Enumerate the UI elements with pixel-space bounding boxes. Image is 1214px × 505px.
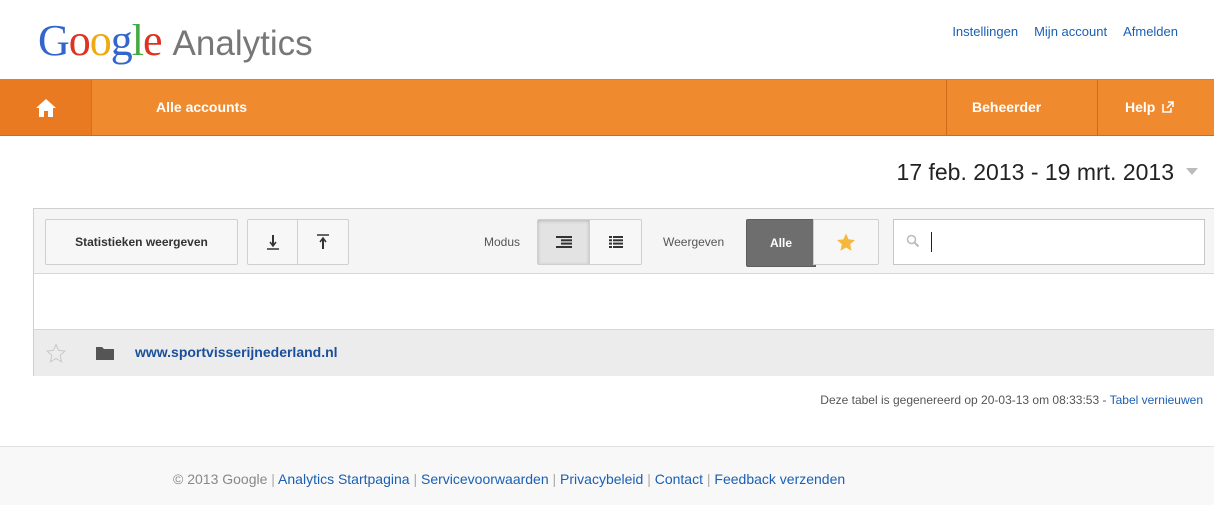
table-toolbar: Statistieken weergeven Modus Weergeven A…: [34, 209, 1214, 274]
logo-letter: o: [68, 16, 91, 65]
accounts-table-panel: Statistieken weergeven Modus Weergeven A…: [33, 208, 1214, 376]
home-button[interactable]: [0, 80, 92, 135]
folder-icon: [96, 347, 114, 360]
logo-letter: o: [89, 16, 112, 65]
sign-out-link[interactable]: Afmelden: [1123, 24, 1178, 39]
account-links: Instellingen Mijn account Afmelden: [952, 24, 1178, 39]
product-name: Analytics: [172, 24, 313, 63]
footer: © 2013 Google | Analytics Startpagina | …: [0, 446, 1214, 505]
collapse-all-button[interactable]: [297, 219, 349, 265]
text-cursor: [931, 232, 932, 252]
nav-divider: [946, 80, 947, 135]
mode-label: Modus: [484, 235, 521, 249]
logo-letter: g: [110, 16, 133, 65]
home-icon: [35, 98, 56, 117]
list-icon: [608, 236, 623, 248]
account-link[interactable]: www.sportvisserijnederland.nl: [135, 344, 338, 360]
show-all-button[interactable]: Alle: [746, 219, 816, 267]
google-wordmark: Google: [38, 16, 163, 66]
logo-letter: l: [131, 16, 144, 65]
nav-divider: [1097, 80, 1098, 135]
admin-link[interactable]: Beheerder: [972, 99, 1041, 115]
list-mode-button[interactable]: [589, 219, 642, 265]
show-label: Weergeven: [663, 235, 725, 249]
refresh-table-link[interactable]: Tabel vernieuwen: [1110, 393, 1203, 407]
footer-link-analytics-home[interactable]: Analytics Startpagina: [278, 471, 410, 487]
all-accounts-link[interactable]: Alle accounts: [156, 99, 247, 115]
view-statistics-button[interactable]: Statistieken weergeven: [45, 219, 238, 265]
external-link-icon: [1162, 101, 1175, 113]
indented-list-icon: [555, 236, 572, 248]
logo-letter: e: [143, 16, 163, 65]
collapse-up-icon: [317, 234, 329, 249]
expand-all-button[interactable]: [247, 219, 298, 265]
footer-separator: |: [552, 471, 557, 487]
my-account-link[interactable]: Mijn account: [1034, 24, 1107, 39]
help-label: Help: [1125, 99, 1156, 115]
generated-note: Deze tabel is gegenereerd op 20-03-13 om…: [820, 393, 1203, 407]
footer-separator: |: [271, 471, 275, 487]
show-starred-button[interactable]: [813, 219, 879, 265]
footer-link-contact[interactable]: Contact: [655, 471, 703, 487]
date-range-selector[interactable]: 17 feb. 2013 - 19 mrt. 2013: [897, 159, 1174, 186]
footer-separator: |: [706, 471, 711, 487]
chevron-down-icon[interactable]: [1186, 168, 1198, 175]
expand-down-icon: [266, 235, 279, 250]
google-analytics-logo[interactable]: Google Analytics: [38, 16, 313, 66]
table-row[interactable]: www.sportvisserijnederland.nl: [34, 329, 1214, 376]
footer-link-terms[interactable]: Servicevoorwaarden: [421, 471, 549, 487]
footer-link-privacy[interactable]: Privacybeleid: [560, 471, 643, 487]
help-link[interactable]: Help: [1125, 99, 1175, 115]
tree-mode-button[interactable]: [537, 219, 590, 265]
main-navbar: Alle accounts Beheerder Help: [0, 79, 1214, 136]
footer-links: © 2013 Google | Analytics Startpagina | …: [173, 471, 845, 487]
search-icon: [906, 234, 920, 248]
search-input[interactable]: [893, 219, 1205, 265]
footer-separator: |: [647, 471, 651, 487]
logo-letter: G: [38, 16, 70, 65]
star-icon: [837, 233, 855, 251]
star-outline-icon[interactable]: [46, 344, 66, 363]
generated-text: Deze tabel is gegenereerd op 20-03-13 om…: [820, 393, 1110, 407]
footer-link-feedback[interactable]: Feedback verzenden: [714, 471, 845, 487]
copyright-text: © 2013 Google: [173, 471, 268, 487]
settings-link[interactable]: Instellingen: [952, 24, 1018, 39]
footer-separator: |: [413, 471, 418, 487]
